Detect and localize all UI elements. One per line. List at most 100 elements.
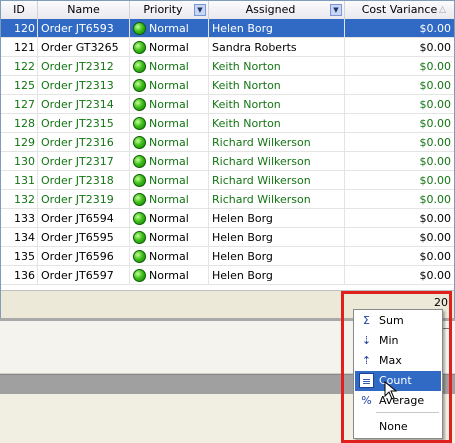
cell-assigned[interactable]: Helen Borg xyxy=(209,19,345,38)
column-header-name[interactable]: Name xyxy=(38,1,130,19)
cell-assigned[interactable]: Sandra Roberts xyxy=(209,38,345,57)
table-row[interactable]: 127 Order JT2314 Normal Keith Norton $0.00 xyxy=(1,95,454,114)
cell-id[interactable]: 130 xyxy=(1,152,38,171)
cell-name[interactable]: Order JT2319 xyxy=(38,190,130,209)
cell-priority[interactable]: Normal xyxy=(130,57,209,76)
menu-item-none[interactable]: None xyxy=(355,417,441,437)
menu-item-label: Sum xyxy=(379,314,404,327)
cell-priority[interactable]: Normal xyxy=(130,133,209,152)
cell-name[interactable]: Order JT2315 xyxy=(38,114,130,133)
cell-cost-variance[interactable]: $0.00 xyxy=(345,152,454,171)
cell-assigned[interactable]: Richard Wilkerson xyxy=(209,133,345,152)
cell-cost-variance[interactable]: $0.00 xyxy=(345,171,454,190)
cell-id[interactable]: 133 xyxy=(1,209,38,228)
cell-assigned[interactable]: Helen Borg xyxy=(209,228,345,247)
cell-assigned[interactable]: Richard Wilkerson xyxy=(209,171,345,190)
cell-priority[interactable]: Normal xyxy=(130,190,209,209)
cell-cost-variance[interactable]: $0.00 xyxy=(345,247,454,266)
cell-assigned[interactable]: Helen Borg xyxy=(209,209,345,228)
cell-id[interactable]: 132 xyxy=(1,190,38,209)
cell-id[interactable]: 131 xyxy=(1,171,38,190)
cell-name[interactable]: Order GT3265 xyxy=(38,38,130,57)
cell-id[interactable]: 136 xyxy=(1,266,38,285)
cell-priority[interactable]: Normal xyxy=(130,114,209,133)
menu-item-sum[interactable]: Σ Sum xyxy=(355,311,441,331)
cell-cost-variance[interactable]: $0.00 xyxy=(345,209,454,228)
cell-id[interactable]: 127 xyxy=(1,95,38,114)
cell-priority[interactable]: Normal xyxy=(130,228,209,247)
cell-id[interactable]: 129 xyxy=(1,133,38,152)
menu-item-min[interactable]: ⇣ Min xyxy=(355,331,441,351)
pin-icon[interactable]: ⊣ xyxy=(442,324,451,335)
cell-id[interactable]: 134 xyxy=(1,228,38,247)
cell-cost-variance[interactable]: $0.00 xyxy=(345,266,454,285)
table-row[interactable]: 133 Order JT6594 Normal Helen Borg $0.00 xyxy=(1,209,454,228)
cell-priority[interactable]: Normal xyxy=(130,171,209,190)
table-row[interactable]: 125 Order JT2313 Normal Keith Norton $0.00 xyxy=(1,76,454,95)
cell-name[interactable]: Order JT2313 xyxy=(38,76,130,95)
cell-assigned[interactable]: Keith Norton xyxy=(209,95,345,114)
cell-name[interactable]: Order JT6597 xyxy=(38,266,130,285)
table-row[interactable]: 128 Order JT2315 Normal Keith Norton $0.00 xyxy=(1,114,454,133)
cell-priority[interactable]: Normal xyxy=(130,247,209,266)
cell-assigned[interactable]: Keith Norton xyxy=(209,57,345,76)
column-header-priority[interactable]: Priority ▼ xyxy=(130,1,209,19)
cell-assigned[interactable]: Helen Borg xyxy=(209,247,345,266)
cell-cost-variance[interactable]: $0.00 xyxy=(345,228,454,247)
table-row[interactable]: 129 Order JT2316 Normal Richard Wilkerson $0… xyxy=(1,133,454,152)
cell-name[interactable]: Order JT6595 xyxy=(38,228,130,247)
cell-assigned[interactable]: Keith Norton xyxy=(209,114,345,133)
cell-id[interactable]: 121 xyxy=(1,38,38,57)
table-row[interactable]: 132 Order JT2319 Normal Richard Wilkerson $0… xyxy=(1,190,454,209)
cell-cost-variance[interactable]: $0.00 xyxy=(345,95,454,114)
max-icon: ⇡ xyxy=(361,354,372,367)
cell-name[interactable]: Order JT2318 xyxy=(38,171,130,190)
cell-cost-variance[interactable]: $0.00 xyxy=(345,76,454,95)
cell-name[interactable]: Order JT6593 xyxy=(38,19,130,38)
cell-cost-variance[interactable]: $0.00 xyxy=(345,190,454,209)
cell-priority[interactable]: Normal xyxy=(130,19,209,38)
cell-id[interactable]: 128 xyxy=(1,114,38,133)
cell-name[interactable]: Order JT2312 xyxy=(38,57,130,76)
cell-priority[interactable]: Normal xyxy=(130,95,209,114)
cell-priority[interactable]: Normal xyxy=(130,266,209,285)
cell-cost-variance[interactable]: $0.00 xyxy=(345,57,454,76)
cell-id[interactable]: 135 xyxy=(1,247,38,266)
table-row[interactable]: 135 Order JT6596 Normal Helen Borg $0.00 xyxy=(1,247,454,266)
cell-assigned[interactable]: Keith Norton xyxy=(209,76,345,95)
column-header-cost[interactable]: Cost Variance △ xyxy=(345,1,454,19)
cell-name[interactable]: Order JT2314 xyxy=(38,95,130,114)
cell-priority[interactable]: Normal xyxy=(130,209,209,228)
cell-cost-variance[interactable]: $0.00 xyxy=(345,114,454,133)
filter-dropdown-icon[interactable]: ▼ xyxy=(330,4,342,16)
cell-id[interactable]: 122 xyxy=(1,57,38,76)
cell-cost-variance[interactable]: $0.00 xyxy=(345,19,454,38)
table-row[interactable]: 130 Order JT2317 Normal Richard Wilkerson $0… xyxy=(1,152,454,171)
priority-label: Normal xyxy=(149,117,189,130)
cell-priority[interactable]: Normal xyxy=(130,152,209,171)
cell-cost-variance[interactable]: $0.00 xyxy=(345,133,454,152)
cell-priority[interactable]: Normal xyxy=(130,38,209,57)
column-header-id[interactable]: ID xyxy=(1,1,38,19)
table-row[interactable]: 122 Order JT2312 Normal Keith Norton $0.00 xyxy=(1,57,454,76)
cell-assigned[interactable]: Helen Borg xyxy=(209,266,345,285)
table-row[interactable]: 134 Order JT6595 Normal Helen Borg $0.00 xyxy=(1,228,454,247)
cost-summary-value: 20 xyxy=(434,296,448,309)
cell-name[interactable]: Order JT2317 xyxy=(38,152,130,171)
table-row[interactable]: 131 Order JT2318 Normal Richard Wilkerson $0… xyxy=(1,171,454,190)
cell-name[interactable]: Order JT2316 xyxy=(38,133,130,152)
table-row[interactable]: 120 Order JT6593 Normal Helen Borg $0.00 xyxy=(1,19,454,38)
table-row[interactable]: 121 Order GT3265 Normal Sandra Roberts $0.00 xyxy=(1,38,454,57)
filter-dropdown-icon[interactable]: ▼ xyxy=(194,4,206,16)
cell-name[interactable]: Order JT6594 xyxy=(38,209,130,228)
table-row[interactable]: 136 Order JT6597 Normal Helen Borg $0.00 xyxy=(1,266,454,285)
cell-assigned[interactable]: Richard Wilkerson xyxy=(209,190,345,209)
column-header-assigned[interactable]: Assigned ▼ xyxy=(209,1,345,19)
cell-id[interactable]: 120 xyxy=(1,19,38,38)
cell-name[interactable]: Order JT6596 xyxy=(38,247,130,266)
cell-priority[interactable]: Normal xyxy=(130,76,209,95)
menu-item-max[interactable]: ⇡ Max xyxy=(355,351,441,371)
cell-assigned[interactable]: Richard Wilkerson xyxy=(209,152,345,171)
cell-cost-variance[interactable]: $0.00 xyxy=(345,38,454,57)
cell-id[interactable]: 125 xyxy=(1,76,38,95)
